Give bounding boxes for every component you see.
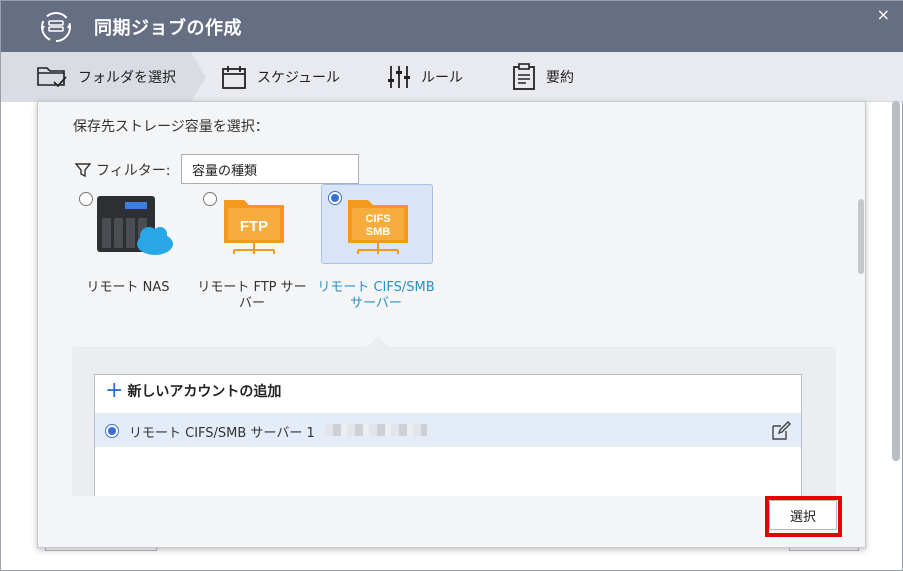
smb-icon-text-top: CIFS <box>365 213 390 225</box>
radio-remote-ftp[interactable] <box>203 192 217 206</box>
window-title: 同期ジョブの作成 <box>94 18 242 39</box>
ftp-folder-icon: FTP <box>224 200 284 254</box>
add-account-button[interactable]: + 新しいアカウントの追加 <box>105 378 282 403</box>
step-label: 要約 <box>546 70 574 86</box>
radio-remote-smb[interactable] <box>328 191 342 205</box>
step-label: ルール <box>421 70 463 86</box>
edit-icon[interactable] <box>771 421 791 441</box>
plus-icon: + <box>105 378 124 403</box>
option-remote-ftp[interactable]: FTP <box>198 184 310 264</box>
sync-job-window: 同期ジョブの作成 × フォルダを選択 スケジュール ルール 要約 保存先ストレー… <box>0 0 903 571</box>
title-bar: 同期ジョブの作成 × <box>1 1 903 52</box>
filter-icon <box>75 163 91 178</box>
step-summary[interactable]: 要約 <box>512 52 574 102</box>
window-scrollbar[interactable] <box>892 101 900 461</box>
account-row[interactable]: リモート CIFS/SMB サーバー 1 <box>95 413 801 447</box>
smb-icon-text-bottom: SMB <box>366 226 391 238</box>
clipboard-icon <box>513 63 535 90</box>
sync-app-icon <box>41 12 71 42</box>
add-account-label: 新しいアカウントの追加 <box>127 384 282 400</box>
popup-scrollbar[interactable] <box>858 199 864 274</box>
destination-select-popup: 保存先ストレージ容量を選択： フィルター: リモート NAS <box>37 101 866 548</box>
step-label: スケジュール <box>257 70 341 86</box>
nas-cloud-icon <box>97 196 173 255</box>
step-label: フォルダを選択 <box>78 70 176 86</box>
masked-address <box>325 424 427 436</box>
ftp-icon-text: FTP <box>240 218 268 235</box>
filter-label: フィルター: <box>96 163 171 179</box>
volume-type-filter-input[interactable] <box>181 154 359 184</box>
calendar-icon <box>222 66 246 89</box>
step-rules[interactable]: ルール <box>387 52 463 102</box>
option-label: リモート NAS <box>86 280 170 295</box>
radio-remote-nas[interactable] <box>79 192 93 206</box>
option-label: リモート FTP サーバー <box>197 280 307 311</box>
popup-heading: 保存先ストレージ容量を選択： <box>73 119 269 135</box>
option-remote-smb[interactable]: CIFS SMB <box>321 184 433 264</box>
folder-check-icon <box>37 67 67 88</box>
selection-pointer <box>367 336 389 347</box>
select-button[interactable]: 選択 <box>769 500 837 530</box>
smb-folder-icon: CIFS SMB <box>348 200 408 254</box>
step-schedule[interactable]: スケジュール <box>221 52 340 102</box>
step-bar: フォルダを選択 スケジュール ルール 要約 <box>1 52 903 102</box>
sliders-icon <box>388 66 410 88</box>
option-remote-nas[interactable] <box>75 184 187 264</box>
step-select-folder[interactable]: フォルダを選択 <box>36 52 176 102</box>
option-label: リモート CIFS/SMB サーバー <box>317 280 435 311</box>
account-radio[interactable] <box>105 424 119 438</box>
close-icon[interactable]: × <box>877 5 890 24</box>
account-name: リモート CIFS/SMB サーバー 1 <box>129 426 315 441</box>
popup-footer: 選択 <box>38 496 865 547</box>
